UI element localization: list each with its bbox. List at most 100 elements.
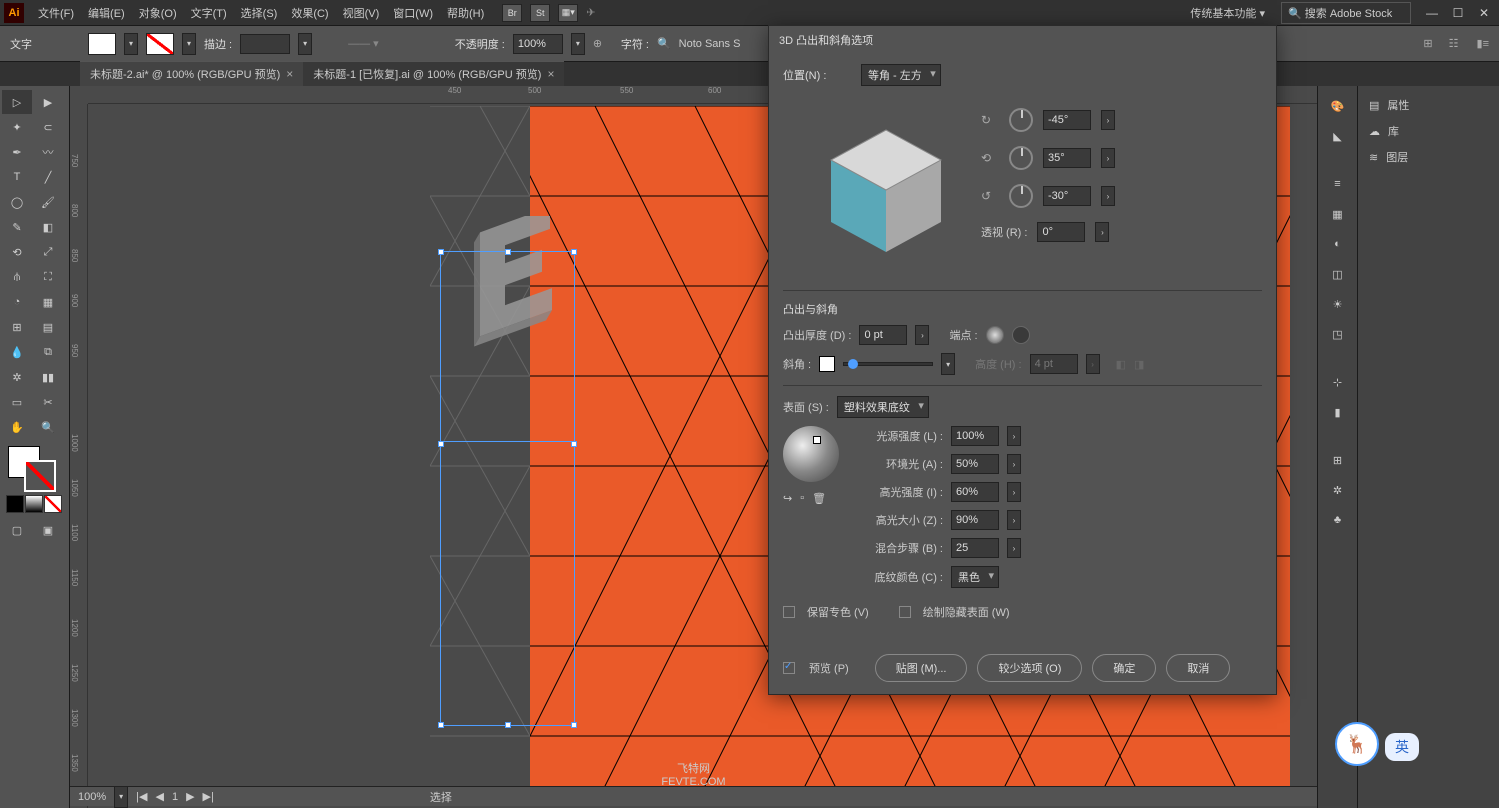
highlight-intensity-input[interactable] xyxy=(951,482,999,502)
nav-prev[interactable]: ◀ xyxy=(155,790,163,803)
depth-input[interactable] xyxy=(859,325,907,345)
gradient-tool[interactable]: ▤ xyxy=(33,315,63,339)
curvature-tool[interactable]: 〰 xyxy=(33,140,63,164)
color-mode-none[interactable] xyxy=(44,495,62,513)
nav-next[interactable]: ▶ xyxy=(186,790,194,803)
stroke-swatch[interactable] xyxy=(146,33,174,55)
perspective-stepper[interactable]: › xyxy=(1095,222,1109,242)
perspective-grid-tool[interactable]: ▦ xyxy=(33,290,63,314)
ambient-stepper[interactable]: › xyxy=(1007,454,1021,474)
transform-icon[interactable]: ☷ xyxy=(1449,37,1459,50)
fill-swatch[interactable] xyxy=(88,33,116,55)
minimize-button[interactable]: — xyxy=(1421,5,1443,21)
position-select[interactable]: 等角 - 左方 xyxy=(861,64,941,86)
rectangle-tool[interactable]: ◯ xyxy=(2,190,32,214)
light-intensity-stepper[interactable]: › xyxy=(1007,426,1021,446)
graphic-styles-panel-icon[interactable]: ◳ xyxy=(1326,322,1350,346)
menu-window[interactable]: 窗口(W) xyxy=(387,1,439,25)
angle-x-stepper[interactable]: › xyxy=(1101,110,1115,130)
swatches-panel-icon[interactable]: ▦ xyxy=(1326,202,1350,226)
menu-select[interactable]: 选择(S) xyxy=(235,1,284,25)
stroke-weight-dd[interactable]: ▾ xyxy=(298,33,312,55)
selection-tool[interactable]: ▷ xyxy=(2,90,32,114)
page-number[interactable]: 1 xyxy=(172,791,178,803)
workspace-switcher[interactable]: 传统基本功能 ▾ xyxy=(1182,3,1273,23)
eraser-tool[interactable]: ◧ xyxy=(33,215,63,239)
angle-y-stepper[interactable]: › xyxy=(1101,148,1115,168)
color-panel-icon[interactable]: 🎨 xyxy=(1326,94,1350,118)
highlight-intensity-stepper[interactable]: › xyxy=(1007,482,1021,502)
stroke-weight-input[interactable] xyxy=(240,34,290,54)
tab-doc1[interactable]: 未标题-2.ai* @ 100% (RGB/GPU 预览)× xyxy=(80,61,303,86)
zoom-dd[interactable]: ▾ xyxy=(114,786,128,808)
bevel-dd[interactable]: ▾ xyxy=(941,353,955,375)
shade-color-select[interactable]: 黑色 xyxy=(951,566,999,588)
screen-mode-full[interactable]: ▣ xyxy=(33,518,63,542)
opacity-input[interactable] xyxy=(513,34,563,54)
light-back-icon[interactable]: ↪ xyxy=(783,492,792,505)
symbols2-panel-icon[interactable]: ♣ xyxy=(1326,508,1350,532)
direct-selection-tool[interactable]: ▶ xyxy=(33,90,63,114)
screen-mode-normal[interactable]: ▢ xyxy=(2,518,32,542)
color-guide-icon[interactable]: ◣ xyxy=(1326,124,1350,148)
type-tool[interactable]: T xyxy=(2,165,32,189)
light-delete-icon[interactable]: 🗑 xyxy=(812,492,826,505)
fill-dd[interactable]: ▾ xyxy=(124,33,138,55)
gradient-panel-icon[interactable]: ◐ xyxy=(1326,232,1350,256)
selection-bounding-box[interactable] xyxy=(440,251,575,726)
transform-panel-icon[interactable]: ⊹ xyxy=(1326,370,1350,394)
free-transform-tool[interactable]: ⛶ xyxy=(33,265,63,289)
menu-file[interactable]: 文件(F) xyxy=(32,1,80,25)
brushes-panel-icon[interactable]: ⊞ xyxy=(1326,448,1350,472)
paintbrush-tool[interactable]: 🖌 xyxy=(33,190,63,214)
nav-first[interactable]: |◀ xyxy=(136,790,147,803)
arrange-icon[interactable]: ▦▾ xyxy=(558,4,578,22)
nav-last[interactable]: ▶| xyxy=(203,790,214,803)
slice-tool[interactable]: ✂ xyxy=(33,390,63,414)
ok-button[interactable]: 确定 xyxy=(1092,654,1156,682)
blend-steps-input[interactable] xyxy=(951,538,999,558)
color-mode-color[interactable] xyxy=(6,495,24,513)
stock-icon[interactable]: St xyxy=(530,4,550,22)
zoom-level[interactable]: 100% xyxy=(78,791,106,803)
font-name[interactable]: Noto Sans S xyxy=(679,38,741,50)
bevel-slider[interactable] xyxy=(843,362,933,366)
color-mode-gradient[interactable] xyxy=(25,495,43,513)
lasso-tool[interactable]: ⊂ xyxy=(33,115,63,139)
scale-tool[interactable]: ⤢ xyxy=(33,240,63,264)
stroke-panel-icon[interactable]: ≡ xyxy=(1326,172,1350,196)
close-button[interactable]: ✕ xyxy=(1473,5,1495,21)
width-tool[interactable]: ⫛ xyxy=(2,265,32,289)
symbol-sprayer-tool[interactable]: ✲ xyxy=(2,365,32,389)
eyedropper-tool[interactable]: 💧 xyxy=(2,340,32,364)
column-graph-tool[interactable]: ▮▮ xyxy=(33,365,63,389)
gpu-icon[interactable]: ✈ xyxy=(586,6,595,19)
stroke-dd[interactable]: ▾ xyxy=(182,33,196,55)
align-icon[interactable]: ⊞ xyxy=(1423,37,1432,50)
shape-builder-tool[interactable]: ◔ xyxy=(2,290,32,314)
angle-z-dial[interactable] xyxy=(1009,184,1033,208)
shaper-tool[interactable]: ✎ xyxy=(2,215,32,239)
panel-properties[interactable]: ▤属性 xyxy=(1364,92,1493,118)
map-art-button[interactable]: 贴图 (M)... xyxy=(875,654,968,682)
bevel-swatch[interactable] xyxy=(819,356,835,372)
line-tool[interactable]: ╱ xyxy=(33,165,63,189)
mesh-tool[interactable]: ⊞ xyxy=(2,315,32,339)
tab-doc2[interactable]: 未标题-1 [已恢复].ai @ 100% (RGB/GPU 预览)× xyxy=(303,61,564,86)
cap-off-button[interactable] xyxy=(1012,326,1030,344)
highlight-size-stepper[interactable]: › xyxy=(1007,510,1021,530)
light-new-icon[interactable]: ▫ xyxy=(800,492,804,505)
panel-layers[interactable]: ≋图层 xyxy=(1364,144,1493,170)
cube-preview[interactable] xyxy=(801,102,971,272)
hand-tool[interactable]: ✋ xyxy=(2,415,32,439)
bridge-icon[interactable]: Br xyxy=(502,4,522,22)
highlight-size-input[interactable] xyxy=(951,510,999,530)
appearance-panel-icon[interactable]: ☀ xyxy=(1326,292,1350,316)
ambient-input[interactable] xyxy=(951,454,999,474)
zoom-tool[interactable]: 🔍 xyxy=(33,415,63,439)
angle-x-dial[interactable] xyxy=(1009,108,1033,132)
angle-y-dial[interactable] xyxy=(1009,146,1033,170)
search-input[interactable]: 🔍 搜索 Adobe Stock xyxy=(1281,2,1411,24)
depth-stepper[interactable]: › xyxy=(915,325,929,345)
close-icon[interactable]: × xyxy=(547,67,554,81)
